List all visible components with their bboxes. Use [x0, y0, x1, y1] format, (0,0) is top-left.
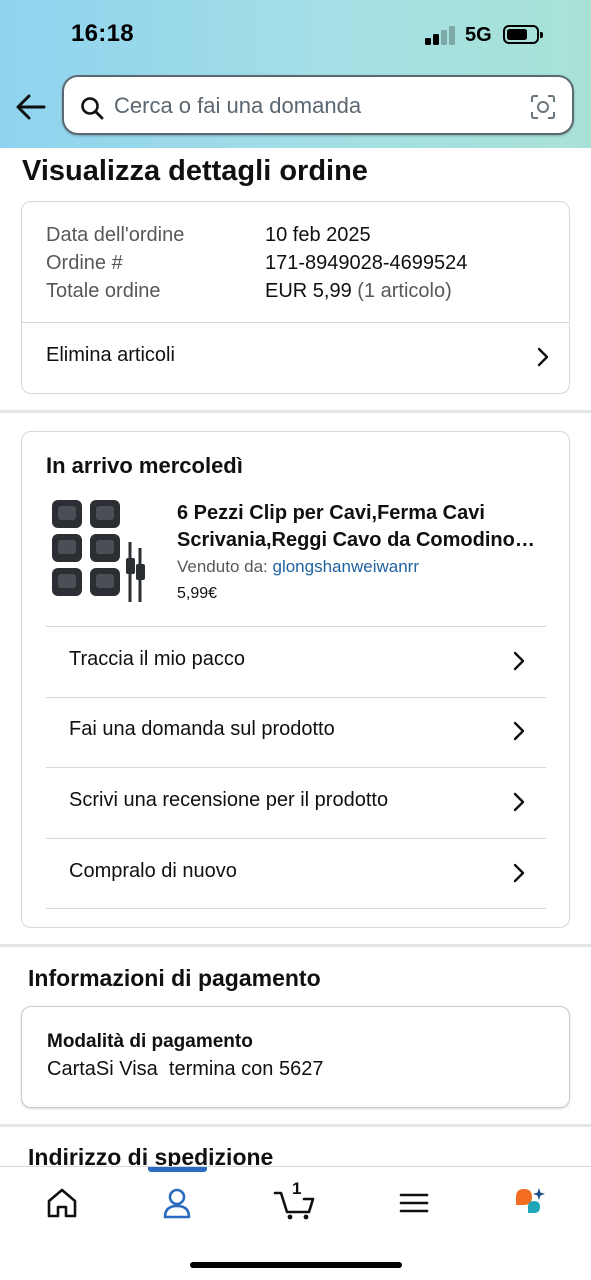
delivery-status: In arrivo mercoledì	[46, 453, 243, 478]
divider	[46, 908, 546, 909]
payment-method-card: Modalità di pagamento CartaSi Visa termi…	[21, 1006, 570, 1108]
home-indicator	[190, 1262, 402, 1268]
section-divider	[0, 410, 591, 413]
page-title: Visualizza dettagli ordine	[22, 155, 368, 187]
delete-items-label: Elimina articoli	[46, 344, 175, 366]
chevron-right-icon	[513, 863, 525, 883]
search-icon	[81, 97, 104, 120]
cellular-signal-icon	[425, 25, 457, 45]
buy-again-label: Compralo di nuovo	[69, 860, 237, 882]
cart-count-badge: 1	[292, 1179, 302, 1198]
order-total-value: EUR 5,99	[265, 280, 352, 302]
product-image[interactable]	[48, 498, 152, 606]
home-icon	[47, 1188, 77, 1218]
nav-menu-tab[interactable]	[394, 1185, 434, 1221]
rufus-assistant-icon	[516, 1188, 545, 1213]
track-package-label: Traccia il mio pacco	[69, 648, 245, 670]
product-price: 5,99€	[177, 585, 218, 602]
camera-search-icon[interactable]	[530, 94, 556, 120]
nav-rufus-tab[interactable]	[510, 1185, 550, 1221]
order-total-row: Totale ordine EUR 5,99 (1 articolo)	[46, 280, 452, 303]
search-bar[interactable]	[62, 75, 574, 135]
payment-method-value: CartaSi Visa termina con 5627	[47, 1058, 324, 1080]
back-arrow-icon	[16, 94, 46, 120]
back-button[interactable]	[14, 91, 48, 123]
order-number-value: 171-8949028-4699524	[265, 252, 468, 274]
top-header: 16:18 5G	[0, 0, 591, 148]
seller-link[interactable]: glongshanweiwanrr	[273, 557, 419, 576]
seller-info: Venduto da: glongshanweiwanrr	[177, 557, 419, 577]
account-icon	[163, 1188, 191, 1219]
ask-question-link[interactable]: Fai una domanda sul prodotto	[22, 698, 569, 768]
payment-method-label: Modalità di pagamento	[47, 1031, 253, 1052]
order-date-row: Data dell'ordine 10 feb 2025	[46, 224, 371, 247]
section-divider	[0, 944, 591, 947]
chevron-right-icon	[513, 721, 525, 741]
payment-section-title: Informazioni di pagamento	[28, 965, 321, 991]
order-date-label: Data dell'ordine	[46, 224, 185, 246]
network-type: 5G	[465, 24, 492, 46]
status-time: 16:18	[71, 20, 134, 47]
track-package-link[interactable]: Traccia il mio pacco	[22, 627, 569, 697]
write-review-label: Scrivi una recensione per il prodotto	[69, 789, 389, 811]
section-divider	[0, 1124, 591, 1127]
ask-question-label: Fai una domanda sul prodotto	[69, 718, 335, 740]
order-summary-card: Data dell'ordine 10 feb 2025 Ordine # 171-…	[21, 201, 570, 394]
order-date-value: 10 feb 2025	[265, 224, 371, 246]
search-input[interactable]	[114, 91, 514, 121]
nav-account-tab[interactable]	[157, 1185, 197, 1221]
delete-items-link[interactable]: Elimina articoli	[22, 323, 569, 393]
order-item-count: (1 articolo)	[357, 280, 452, 302]
seller-label: Venduto da:	[177, 557, 268, 576]
chevron-right-icon	[513, 651, 525, 671]
order-total-label: Totale ordine	[46, 280, 161, 302]
battery-icon	[503, 25, 543, 44]
menu-icon	[399, 1193, 429, 1213]
nav-cart-tab[interactable]: 1	[272, 1179, 320, 1221]
order-number-row: Ordine # 171-8949028-4699524	[46, 252, 467, 275]
chevron-right-icon	[537, 347, 549, 367]
nav-home-tab[interactable]	[42, 1185, 82, 1221]
buy-again-link[interactable]: Compralo di nuovo	[22, 839, 569, 909]
product-title-link[interactable]: 6 Pezzi Clip per Cavi,Ferma Cavi Scrivan…	[177, 500, 547, 554]
shipment-card: In arrivo mercoledì 6 Pezzi Clip per Cav…	[21, 431, 570, 928]
bottom-navigation: 1	[0, 1166, 591, 1280]
order-number-label: Ordine #	[46, 252, 123, 274]
active-tab-indicator	[148, 1167, 207, 1172]
chevron-right-icon	[513, 792, 525, 812]
write-review-link[interactable]: Scrivi una recensione per il prodotto	[22, 768, 569, 838]
